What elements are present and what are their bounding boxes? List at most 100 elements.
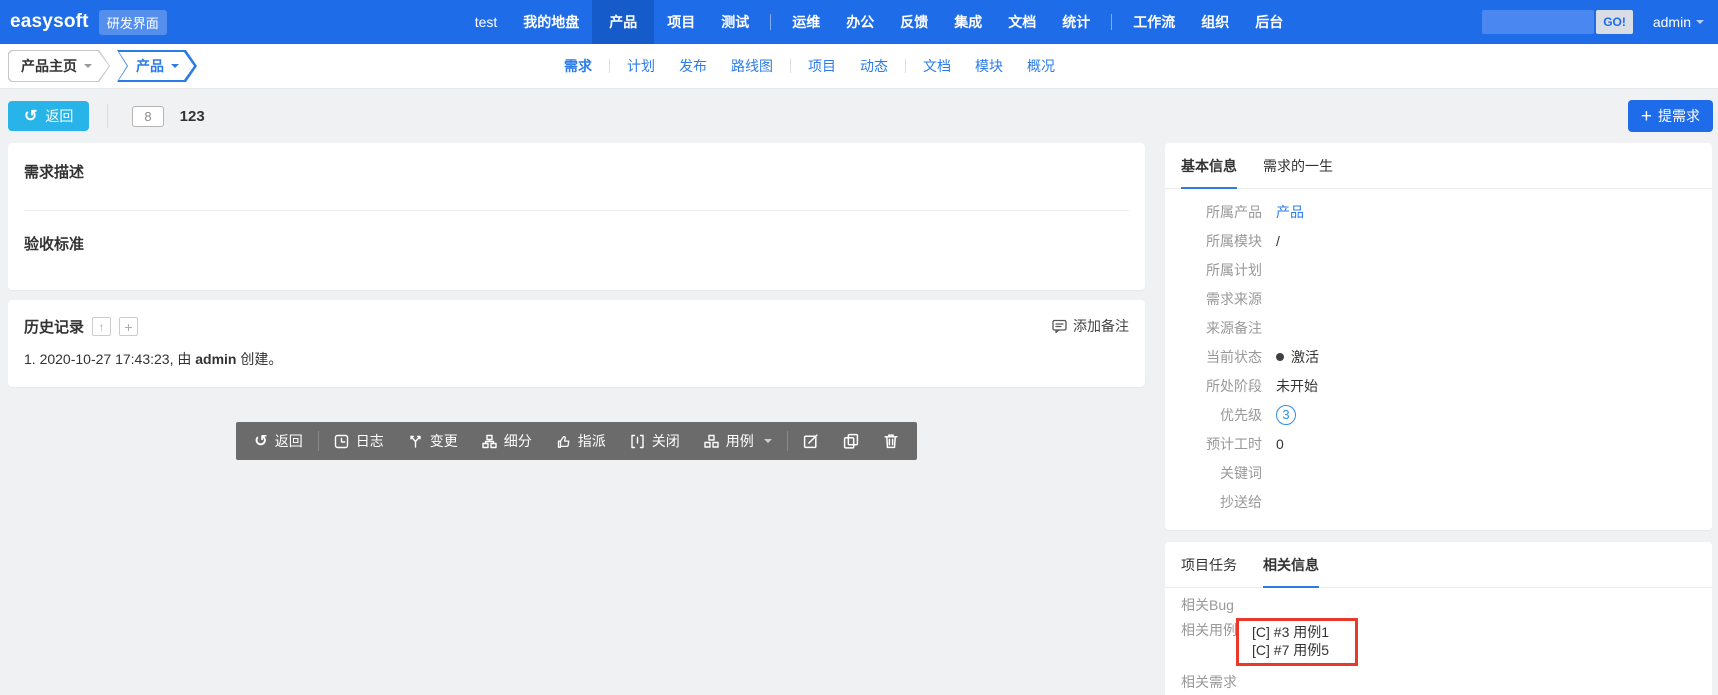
breadcrumb: 产品主页 产品 (8, 50, 197, 82)
tab-roadmap[interactable]: 路线图 (719, 56, 785, 76)
tab-project-tasks[interactable]: 项目任务 (1181, 555, 1237, 588)
nav-right-group: GO! admin (1482, 10, 1704, 34)
nav-item-workflow[interactable]: 工作流 (1120, 0, 1188, 44)
toolbar-usecase-button[interactable]: 用例 (692, 422, 784, 460)
description-section-title: 需求描述 (24, 164, 85, 181)
related-stories-row: 相关需求 (1181, 673, 1696, 691)
nav-item-my-zone[interactable]: 我的地盘 (510, 0, 592, 44)
copy-icon (843, 433, 858, 449)
power-bracket-icon (631, 434, 644, 448)
hand-pointer-icon (557, 435, 570, 448)
search-input[interactable] (1482, 10, 1595, 34)
nav-item-product[interactable]: 产品 (592, 0, 655, 44)
field-label: 所属模块 (1206, 232, 1262, 249)
field-value: / (1276, 232, 1280, 249)
toolbar-change-button[interactable]: 变更 (396, 422, 470, 460)
add-note-button[interactable]: 添加备注 (1052, 316, 1129, 336)
back-button[interactable]: 返回 (8, 101, 90, 131)
field-value: 未开始 (1276, 377, 1318, 394)
add-story-button[interactable]: 提需求 (1627, 100, 1713, 132)
priority-badge: 3 (1276, 404, 1296, 425)
field-product: 所属产品 产品 (1181, 197, 1696, 226)
expand-all-button[interactable] (119, 317, 139, 336)
toolbar-close-button[interactable]: 关闭 (618, 422, 692, 460)
nav-item-stats[interactable]: 统计 (1049, 0, 1103, 44)
field-source-note: 来源备注 (1181, 313, 1696, 342)
basic-info-tabs: 基本信息 需求的一生 (1165, 143, 1712, 189)
tab-module[interactable]: 模块 (963, 56, 1015, 76)
top-navbar: easysoft 研发界面 test 我的地盘 产品 项目 测试 运维 办公 反… (0, 0, 1718, 44)
nav-item-office[interactable]: 办公 (833, 0, 887, 44)
field-label: 所属计划 (1206, 261, 1262, 278)
field-stage: 所处阶段 未开始 (1181, 371, 1696, 400)
field-value: 0 (1276, 435, 1284, 452)
product-tabs: 需求 计划 发布 路线图 项目 动态 文档 模块 概况 (552, 44, 1067, 88)
nav-item-admin[interactable]: 后台 (1242, 0, 1296, 44)
ui-mode-badge: 研发界面 (98, 9, 167, 35)
reverse-order-button[interactable] (92, 317, 112, 336)
highlight-box: [C] #3 用例1 [C] #7 用例5 (1236, 618, 1359, 666)
breadcrumb-label: 产品主页 (21, 58, 77, 74)
back-arrow-icon (254, 433, 267, 450)
history-entry: 1. 2020-10-27 17:43:23, 由 admin 创建。 (24, 349, 1129, 369)
tab-divider (790, 59, 791, 73)
related-case-link[interactable]: [C] #7 用例5 (1252, 641, 1329, 659)
tab-plan[interactable]: 计划 (615, 56, 667, 76)
field-source: 需求来源 (1181, 284, 1696, 313)
status-badge: 激活 (1291, 348, 1319, 365)
action-toolbar: 返回 日志 变更 (236, 422, 917, 460)
toolbar-assign-button[interactable]: 指派 (544, 422, 618, 460)
tab-dynamic[interactable]: 动态 (848, 56, 900, 76)
tab-story[interactable]: 需求 (552, 56, 604, 76)
tab-project[interactable]: 项目 (796, 56, 848, 76)
tab-overview[interactable]: 概况 (1015, 56, 1067, 76)
app-window: easysoft 研发界面 test 我的地盘 产品 项目 测试 运维 办公 反… (0, 0, 1718, 695)
tab-story-lifetime[interactable]: 需求的一生 (1263, 156, 1333, 189)
breadcrumb-product-home[interactable]: 产品主页 (8, 50, 110, 82)
tab-doc[interactable]: 文档 (911, 56, 963, 76)
toolbar-change-label: 变更 (429, 433, 458, 449)
toolbar-log-label: 日志 (355, 433, 384, 449)
tab-release[interactable]: 发布 (667, 56, 719, 76)
toolbar-divider (317, 431, 319, 451)
app-logo[interactable]: easysoft (10, 11, 89, 33)
field-label: 需求来源 (1206, 290, 1262, 307)
toolbar-delete-button[interactable] (871, 422, 911, 460)
related-bugs-row: 相关Bug (1181, 596, 1696, 614)
log-icon (334, 434, 348, 448)
toolbar-copy-button[interactable] (831, 422, 871, 460)
back-arrow-icon (24, 108, 37, 125)
breadcrumb-product[interactable]: 产品 (117, 50, 197, 82)
tab-basic-info[interactable]: 基本信息 (1181, 156, 1237, 189)
acceptance-section-title: 验收标准 (24, 236, 85, 253)
tab-related-info[interactable]: 相关信息 (1263, 555, 1319, 588)
nav-divider (770, 14, 772, 30)
toolbar-subdivide-button[interactable]: 细分 (470, 422, 544, 460)
cubes-icon (704, 434, 719, 448)
nav-item-org[interactable]: 组织 (1188, 0, 1242, 44)
related-label: 相关Bug (1181, 597, 1234, 613)
related-case-link[interactable]: [C] #3 用例1 (1252, 623, 1329, 641)
nav-item-doc[interactable]: 文档 (995, 0, 1049, 44)
chevron-down-icon (1696, 20, 1704, 28)
toolbar-back-button[interactable]: 返回 (242, 422, 314, 460)
nav-item-feedback[interactable]: 反馈 (887, 0, 941, 44)
field-estimate: 预计工时 0 (1181, 429, 1696, 458)
history-entry-action: 创建。 (236, 351, 283, 367)
field-status: 当前状态 激活 (1181, 342, 1696, 371)
nav-item-integration[interactable]: 集成 (941, 0, 995, 44)
edit-icon (803, 434, 818, 449)
nav-item-test[interactable]: test (462, 0, 511, 44)
basic-info-fields: 所属产品 产品 所属模块 / 所属计划 需求来源 来源备注 当前状态 激活 所处… (1165, 189, 1712, 530)
field-label: 关键词 (1220, 464, 1262, 481)
nav-item-project[interactable]: 项目 (654, 0, 708, 44)
toolbar-log-button[interactable]: 日志 (322, 422, 396, 460)
search-go-button[interactable]: GO! (1596, 10, 1633, 34)
user-name: admin (1652, 14, 1691, 30)
history-entry-user: admin (195, 351, 237, 367)
nav-item-ops[interactable]: 运维 (779, 0, 833, 44)
toolbar-edit-button[interactable] (791, 422, 831, 460)
user-menu[interactable]: admin (1653, 14, 1704, 30)
nav-item-test-mgmt[interactable]: 测试 (708, 0, 762, 44)
product-link[interactable]: 产品 (1276, 202, 1304, 222)
